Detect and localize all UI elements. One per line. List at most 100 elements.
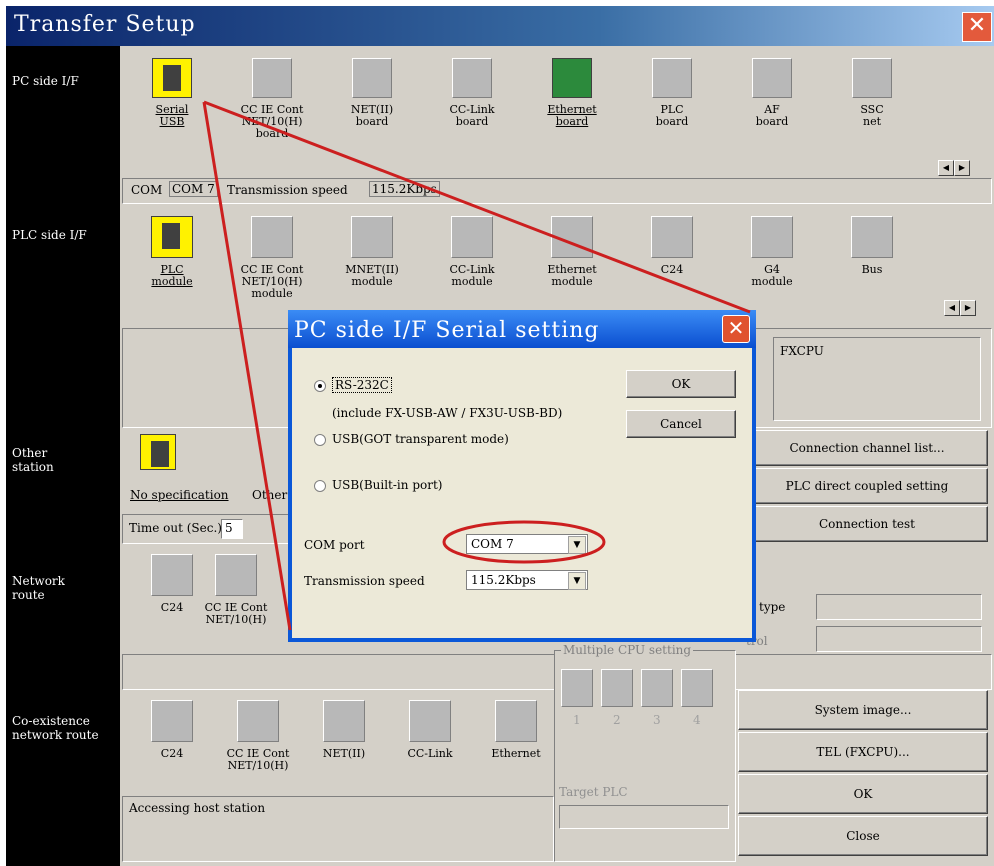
network-route-icon [215,554,257,596]
plc-side-item[interactable]: PLC module [132,216,212,288]
scroll-right-button-2[interactable]: ▶ [960,300,976,316]
speed-label: Transmission speed [227,183,348,197]
plc-direct-coupled-button[interactable]: PLC direct coupled setting [746,468,988,504]
plc-type-value: FXCPU [780,344,824,358]
radio-usb-got[interactable]: USB(GOT transparent mode) [314,432,509,446]
ethernet-board-icon [552,58,592,98]
other-label[interactable]: Other [252,488,287,502]
plc-side-item[interactable]: MNET(II) module [332,216,412,288]
pc-side-item[interactable]: CC IE Cont NET/10(H) board [232,58,312,140]
module-icon [451,216,493,258]
timeout-input[interactable]: 5 [221,519,243,539]
pc-side-item-label: CC IE Cont NET/10(H) board [240,103,304,140]
plc-side-item[interactable]: CC-Link module [432,216,512,288]
pc-side-item[interactable]: CC-Link board [432,58,512,128]
coexistence-item[interactable]: CC IE Cont NET/10(H) [218,700,298,772]
transmission-speed-select[interactable]: 115.2Kbps ▼ [466,570,588,590]
dialog-cancel-button[interactable]: Cancel [626,410,736,438]
cpu-slot-icon[interactable] [641,669,673,707]
section-sidebar: PC side I/F PLC side I/F Other station N… [6,46,120,866]
close-icon[interactable]: ✕ [962,12,992,42]
pc-side-item-label: PLC board [655,103,689,128]
scroll-left-button-2[interactable]: ◀ [944,300,960,316]
network-route-item[interactable]: CC IE Cont NET/10(H) [196,554,276,626]
system-image-button[interactable]: System image... [738,690,988,730]
plc-side-item-label: CC-Link module [449,263,495,288]
radio-rs232c[interactable]: RS-232C [314,377,392,393]
pc-side-item-label: SSC net [860,103,884,128]
cpu-slot-icon[interactable] [681,669,713,707]
ok-button[interactable]: OK [738,774,988,814]
plc-side-item[interactable]: Ethernet module [532,216,612,288]
radio-usb-got-label: USB(GOT transparent mode) [332,432,509,446]
section-plc-side: PLC side I/F [12,228,87,242]
pc-side-item-label: CC-Link board [449,103,495,128]
pc-side-item[interactable]: PLC board [632,58,712,128]
plc-side-item-label: Ethernet module [547,263,597,288]
plc-side-item[interactable]: Bus [832,216,912,276]
plc-side-item-label: Bus [861,263,883,276]
com-port-select[interactable]: COM 7 ▼ [466,534,588,554]
pc-side-item[interactable]: NET(II) board [332,58,412,128]
window-title: Transfer Setup [14,12,196,37]
coexistence-item[interactable]: CC-Link [390,700,470,760]
tel-fxcpu-button[interactable]: TEL (FXCPU)... [738,732,988,772]
coexistence-icon [323,700,365,742]
radio-dot-icon [314,379,326,392]
accessing-label: Accessing host station [129,801,266,815]
module-icon [751,216,793,258]
pc-side-item[interactable]: AF board [732,58,812,128]
no-specification-icon[interactable] [140,434,176,470]
radio-dot-icon [314,479,326,492]
plc-side-item[interactable]: CC IE Cont NET/10(H) module [232,216,312,300]
pc-side-item[interactable]: Ethernet board [532,58,612,128]
cpu-slot-icon[interactable] [601,669,633,707]
dialog-title-bar: PC side I/F Serial setting ✕ [288,310,756,348]
control-field [816,626,982,652]
connection-test-button[interactable]: Connection test [746,506,988,542]
plc-side-item-label: PLC module [151,263,193,288]
section-other-station: Other station [12,446,54,474]
coexistence-item-label: CC IE Cont NET/10(H) [226,747,290,772]
serial-usb-icon [152,58,192,98]
cpu-slot-number: 1 [573,713,581,727]
module-icon [251,216,293,258]
radio-usb-builtin[interactable]: USB(Built-in port) [314,478,442,492]
coexistence-item[interactable]: NET(II) [304,700,384,760]
scroll-right-button[interactable]: ▶ [954,160,970,176]
pc-side-item[interactable]: Serial USB [132,58,212,128]
connection-channel-list-button[interactable]: Connection channel list... [746,430,988,466]
coexistence-item[interactable]: C24 [132,700,212,760]
section-coexistence-route: Co-existence network route [12,714,99,742]
plc-side-item[interactable]: C24 [632,216,712,276]
scroll-left-button[interactable]: ◀ [938,160,954,176]
coexistence-icon [237,700,279,742]
plc-side-item[interactable]: G4 module [732,216,812,288]
chevron-down-icon[interactable]: ▼ [568,572,586,590]
multiple-cpu-title: Multiple CPU setting [561,643,694,657]
close-button[interactable]: Close [738,816,988,856]
chevron-down-icon[interactable]: ▼ [568,536,586,554]
pc-side-item[interactable]: SSC net [832,58,912,128]
module-icon [851,216,893,258]
coexistence-item[interactable]: Ethernet [476,700,556,760]
dialog-close-icon[interactable]: ✕ [722,315,750,343]
plc-side-item-label: MNET(II) module [345,263,399,288]
plc-module-icon [151,216,193,258]
coexistence-item-label: C24 [160,747,184,760]
target-plc-field [559,805,729,829]
coexistence-icon [409,700,451,742]
no-specification-label[interactable]: No specification [130,488,229,502]
board-icon [852,58,892,98]
dialog-ok-button[interactable]: OK [626,370,736,398]
pc-status-bar: COM COM 7 Transmission speed 115.2Kbps [122,178,992,204]
coexistence-panel: C24 CC IE Cont NET/10(H) NET(II) CC-Link Eth… [122,690,552,794]
dialog-title: PC side I/F Serial setting [294,318,600,343]
coexistence-icon [151,700,193,742]
cpu-slot-number: 4 [693,713,701,727]
plc-side-item-label: G4 module [751,263,793,288]
cpu-slot-icon[interactable] [561,669,593,707]
plc-side-item-label: C24 [660,263,684,276]
transmission-speed-label: Transmission speed [304,574,425,588]
coexistence-item-label: NET(II) [322,747,366,760]
